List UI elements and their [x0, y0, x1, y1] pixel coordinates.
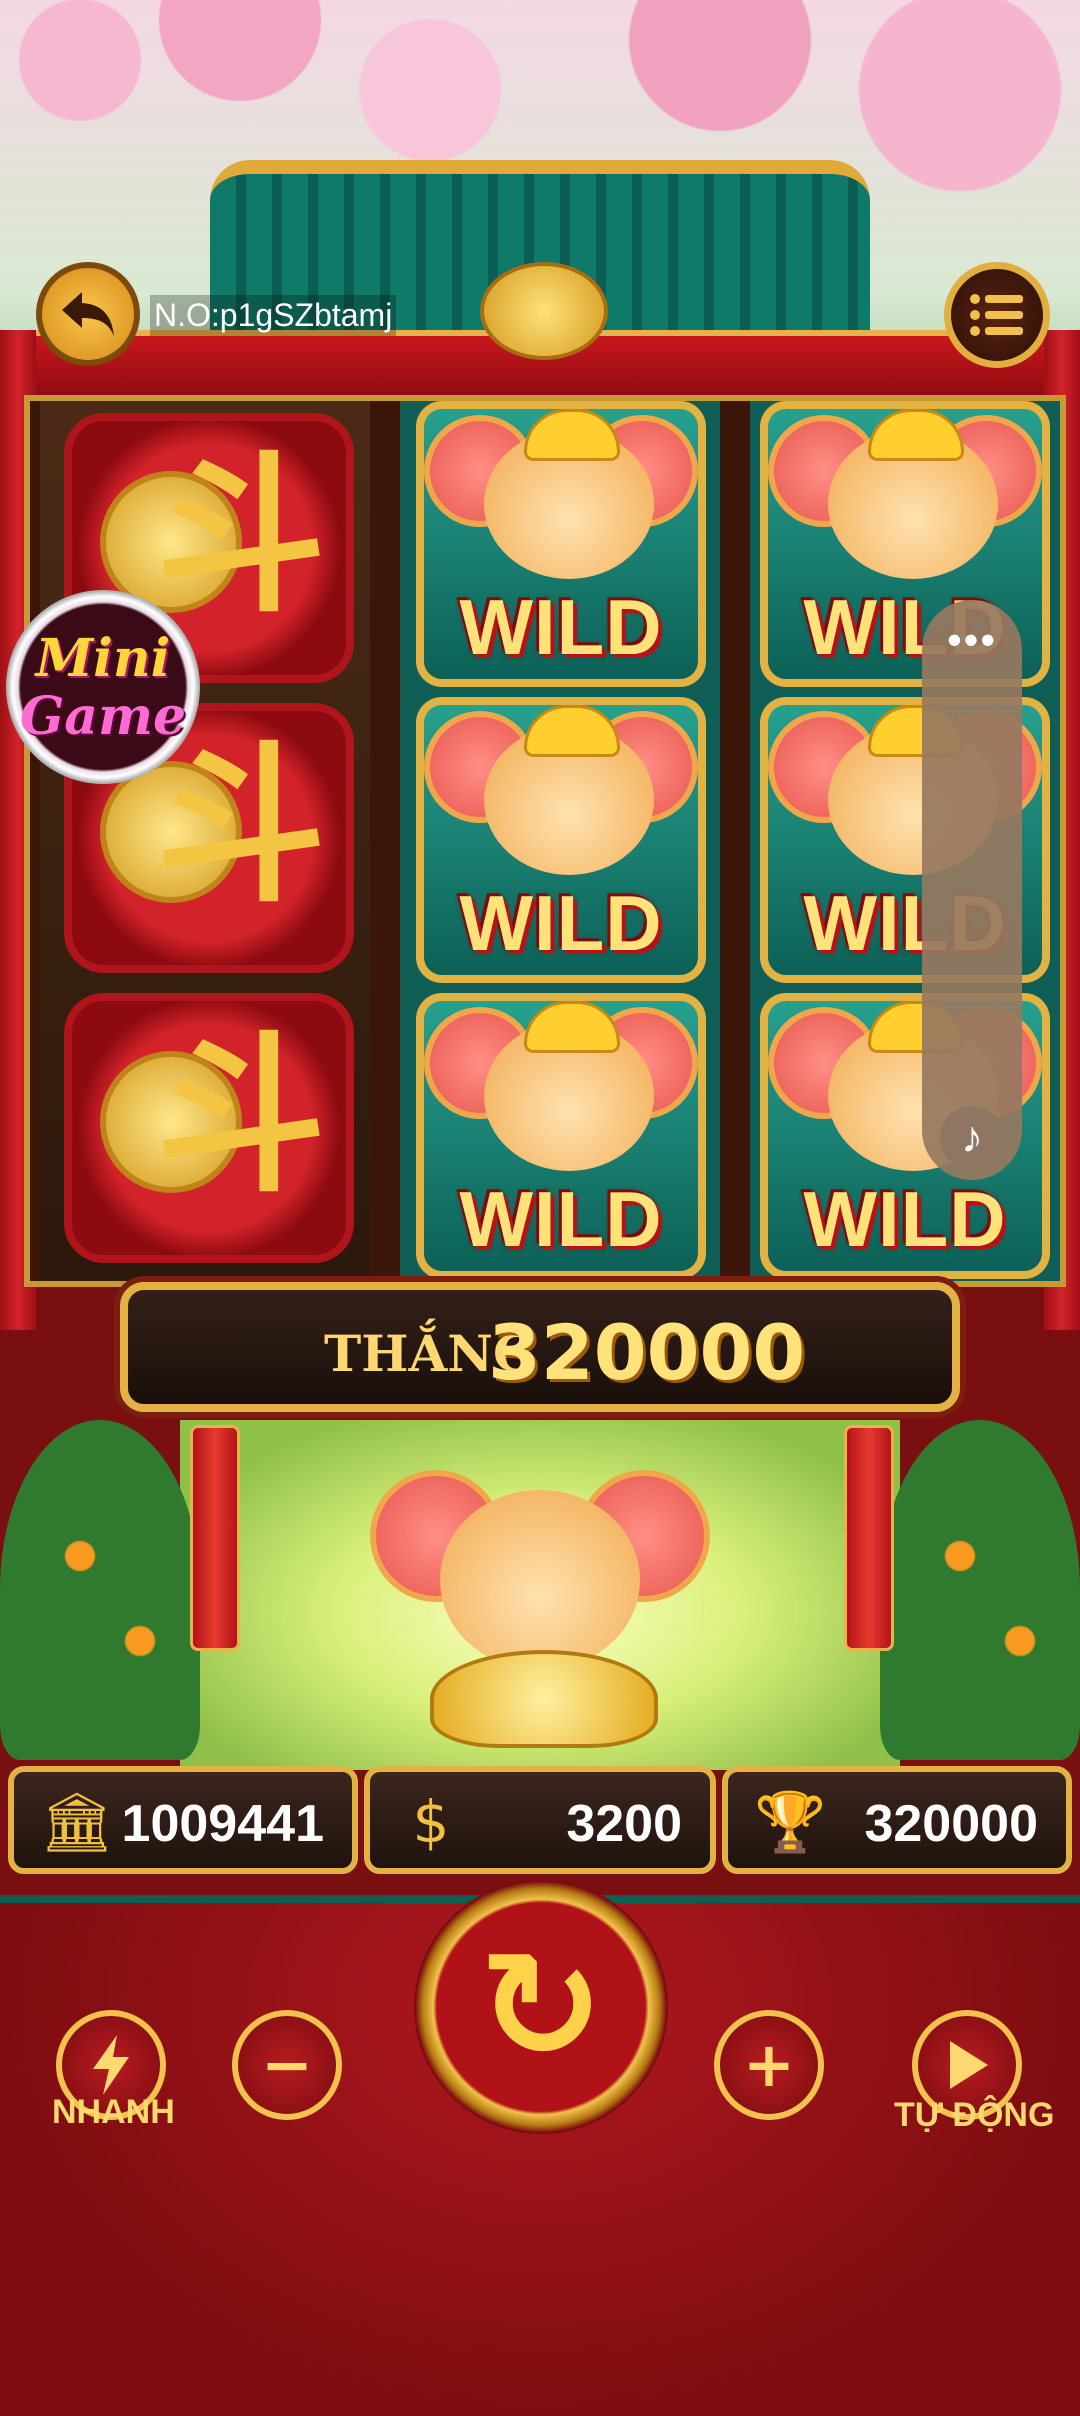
fortune-glyph: 斗: [155, 436, 326, 636]
floating-side-panel: ••• ♪: [922, 600, 1022, 1180]
spin-icon: ↻: [478, 1920, 604, 2094]
symbol-fortune: 斗: [64, 993, 354, 1263]
mascot-face: [440, 1490, 640, 1670]
wild-label: WILD: [803, 1175, 1007, 1263]
increase-bet-button[interactable]: +: [714, 2010, 824, 2120]
decrease-bet-button[interactable]: −: [232, 2010, 342, 2120]
firecracker-right: [844, 1425, 894, 1651]
fortune-glyph: 斗: [155, 1016, 326, 1216]
symbol-wild: WILD: [416, 697, 706, 983]
bank-icon: 🏛: [40, 1788, 114, 1856]
roof-ornament: [480, 262, 608, 360]
win-display: THẮNG 320000: [120, 1282, 960, 1412]
win-total-value: 320000: [864, 1795, 1038, 1853]
symbol-wild: WILD: [416, 401, 706, 687]
minus-icon: −: [261, 2028, 313, 2101]
orange-tree-left: [0, 1420, 200, 1760]
trophy-icon: 🏆: [754, 1788, 827, 1856]
firecracker-left: [190, 1425, 240, 1651]
win-value: 320000: [488, 1308, 806, 1397]
music-note-icon[interactable]: ♪: [940, 1106, 1004, 1170]
mouse-hat: [524, 1001, 620, 1053]
wild-label: WILD: [459, 879, 663, 967]
orange-tree-right: [880, 1420, 1080, 1760]
menu-button[interactable]: [944, 262, 1050, 368]
wild-label: WILD: [459, 1175, 663, 1263]
symbol-wild: WILD: [416, 993, 706, 1279]
spin-button[interactable]: ↻: [414, 1880, 668, 2134]
lightning-icon: [93, 2035, 129, 2095]
menu-list-icon: [970, 294, 1023, 336]
mouse-hat: [524, 409, 620, 461]
mascot-mouse: [370, 1450, 710, 1750]
bet-box: $ 3200: [364, 1766, 716, 1874]
balance-value: 1009441: [121, 1795, 324, 1853]
back-arrow-icon: [62, 292, 114, 336]
wild-label: WILD: [459, 583, 663, 671]
back-button[interactable]: [36, 262, 140, 366]
order-id-text: N.O:p1gSZbtamj: [150, 295, 397, 336]
reel-2: WILD WILD WILD: [400, 401, 720, 1281]
win-total-box: 🏆 320000: [722, 1766, 1072, 1874]
coin-icon: $: [412, 1788, 450, 1856]
mini-game-badge[interactable]: Mini Game: [6, 590, 200, 784]
mini-game-label-1: Mini: [35, 628, 171, 689]
plus-icon: +: [743, 2028, 795, 2101]
gold-ingot: [430, 1650, 658, 1748]
balance-box: 🏛 1009441: [8, 1766, 358, 1874]
stats-bar: 🏛 1009441 $ 3200 🏆 320000: [0, 1766, 1080, 1876]
reel-grid: 斗 斗 斗 WILD WILD WILD WILD WILD WILD: [24, 395, 1066, 1287]
reel-1: 斗 斗 斗: [40, 401, 370, 1281]
fortune-glyph: 斗: [155, 726, 326, 926]
play-icon: [950, 2041, 988, 2089]
turbo-label: NHANH: [52, 2093, 175, 2131]
autoplay-label: TỰ ĐỘNG: [894, 2096, 1055, 2134]
mouse-hat: [868, 409, 964, 461]
mouse-hat: [524, 705, 620, 757]
bet-value: 3200: [566, 1795, 682, 1853]
mini-game-label-2: Game: [19, 686, 187, 747]
more-dots-icon[interactable]: •••: [922, 619, 1022, 661]
